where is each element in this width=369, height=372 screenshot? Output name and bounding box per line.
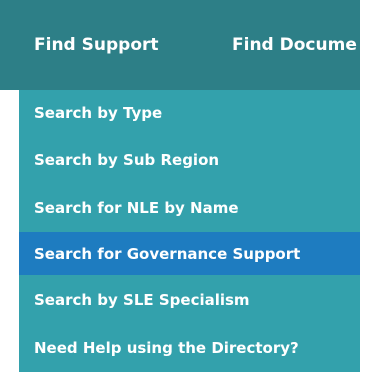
menu-item-search-by-sub-region[interactable]: Search by Sub Region: [19, 136, 360, 184]
tab-find-support[interactable]: Find Support: [34, 0, 159, 90]
find-support-dropdown-menu: Search by Type Search by Sub Region Sear…: [19, 90, 360, 372]
menu-item-need-help-directory[interactable]: Need Help using the Directory?: [19, 324, 360, 372]
menu-item-search-nle-by-name[interactable]: Search for NLE by Name: [19, 184, 360, 231]
top-navigation-bar: Find Support Find Docume: [0, 0, 360, 90]
nav-screenshot: Find Support Find Docume Search by Type …: [0, 0, 369, 372]
menu-item-search-by-type[interactable]: Search by Type: [19, 90, 360, 136]
menu-item-search-by-sle-specialism[interactable]: Search by SLE Specialism: [19, 276, 360, 323]
tab-find-documents[interactable]: Find Docume: [232, 0, 357, 90]
menu-item-search-governance-support[interactable]: Search for Governance Support: [19, 232, 360, 275]
